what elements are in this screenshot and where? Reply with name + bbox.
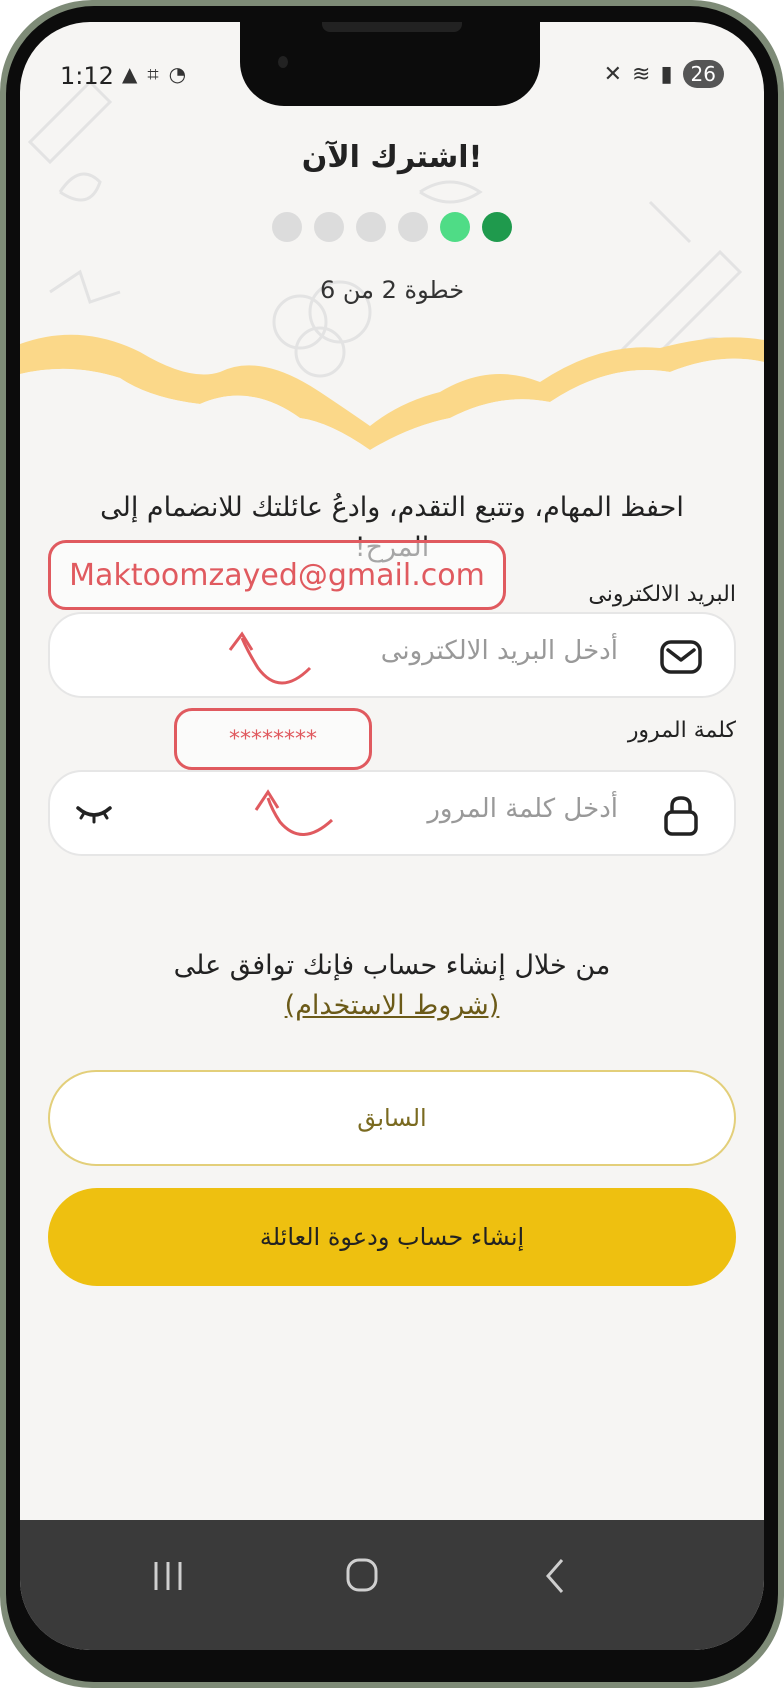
- envelope-icon: [660, 640, 702, 674]
- terms-text-block: من خلال إنشاء حساب فإنك توافق على (شروط …: [20, 946, 764, 1026]
- progress-dot: [482, 212, 512, 242]
- progress-dot: [440, 212, 470, 242]
- email-label: البريد الالكترونى: [588, 582, 736, 607]
- email-placeholder: أدخل البريد الالكترونى: [380, 636, 618, 666]
- phone-frame: 1:12 ▲ ⌗ ◔ ✕ ≋ ▮ 26 اشترك الآن! خطوة 2 م…: [0, 0, 784, 1688]
- progress-dot: [314, 212, 344, 242]
- password-annotation: ********: [174, 708, 372, 770]
- previous-button-label: السابق: [357, 1104, 427, 1132]
- create-account-button[interactable]: إنشاء حساب ودعوة العائلة: [48, 1188, 736, 1286]
- previous-button[interactable]: السابق: [48, 1070, 736, 1166]
- mute-icon: ✕: [603, 61, 622, 87]
- speaker: [322, 22, 462, 32]
- eye-closed-icon[interactable]: [74, 798, 114, 828]
- step-indicator: خطوة 2 من 6: [319, 276, 465, 304]
- battery-indicator: 26: [682, 60, 724, 88]
- android-nav-bar: [20, 1520, 764, 1650]
- wifi-icon: ≋: [632, 61, 651, 87]
- recent-apps-icon[interactable]: [138, 1556, 198, 1596]
- terms-text: من خلال إنشاء حساب فإنك توافق على: [173, 950, 611, 981]
- email-field[interactable]: أدخل البريد الالكترونى: [48, 612, 736, 698]
- email-annotation: Maktoomzayed@gmail.com: [48, 540, 506, 610]
- page-title: اشترك الآن!: [301, 140, 483, 175]
- signal-icon: ▮: [660, 61, 673, 87]
- status-system-icons: ✕ ≋ ▮ 26: [604, 60, 724, 88]
- email-annotation-text: Maktoomzayed@gmail.com: [69, 557, 485, 593]
- status-time: 1:12: [60, 62, 114, 90]
- header-wave: [20, 334, 764, 462]
- terms-of-use-link[interactable]: (شروط الاستخدام): [285, 990, 500, 1021]
- password-field[interactable]: أدخل كلمة المرور: [48, 770, 736, 856]
- create-account-button-label: إنشاء حساب ودعوة العائلة: [259, 1223, 525, 1251]
- front-camera: [278, 56, 288, 68]
- whatsapp-icon: ◔: [168, 62, 187, 86]
- home-icon[interactable]: [332, 1556, 392, 1596]
- password-annotation-text: ********: [229, 726, 317, 752]
- step-progress-dots: [20, 212, 764, 242]
- password-placeholder: أدخل كلمة المرور: [427, 794, 618, 824]
- progress-dot: [398, 212, 428, 242]
- progress-dot: [272, 212, 302, 242]
- lock-icon: [664, 796, 698, 836]
- screen: 1:12 ▲ ⌗ ◔ ✕ ≋ ▮ 26 اشترك الآن! خطوة 2 م…: [20, 22, 764, 1650]
- email-annotation-arrow: [228, 631, 312, 685]
- back-icon[interactable]: [526, 1556, 586, 1596]
- password-annotation-arrow: [254, 789, 334, 836]
- password-label: كلمة المرور: [627, 718, 736, 743]
- progress-dot: [356, 212, 386, 242]
- status-notification-icons: ▲ ⌗ ◔: [122, 62, 186, 86]
- app-notification-icon: ▲: [122, 62, 138, 86]
- screenshot-icon: ⌗: [147, 62, 159, 86]
